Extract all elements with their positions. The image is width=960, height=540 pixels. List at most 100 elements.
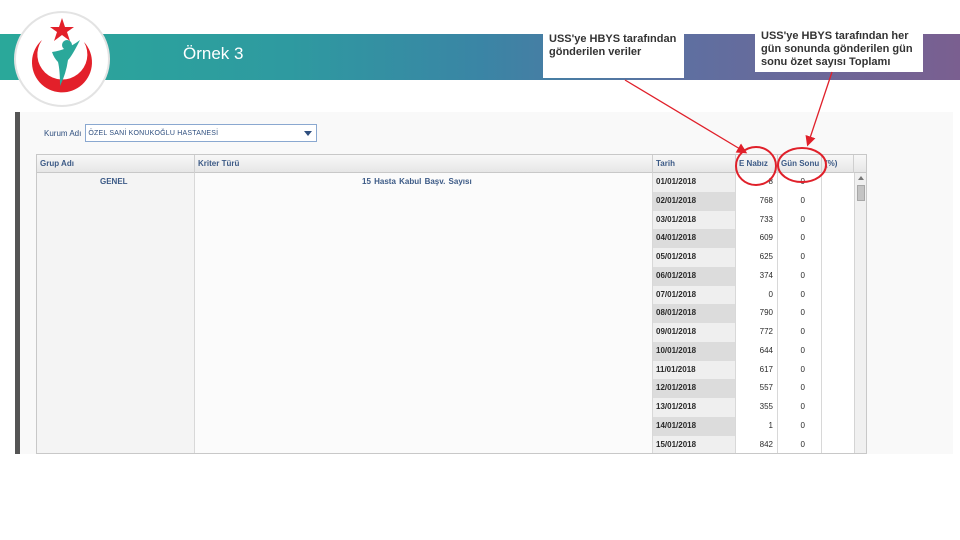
grup-value: GENEL bbox=[100, 177, 128, 186]
cell-tarih: 09/01/2018 bbox=[653, 323, 736, 342]
table-row[interactable]: 13/01/2018 355 0 bbox=[653, 398, 854, 417]
cell-e-nabiz: 355 bbox=[736, 398, 778, 417]
kurum-label: Kurum Adı bbox=[44, 128, 82, 138]
kriter-column: 15 Hasta Kabul Başv. Sayısı bbox=[195, 173, 653, 453]
cell-yuzde bbox=[822, 229, 854, 248]
callout-day-end-summary: USS'ye HBYS tarafından her gün sonunda g… bbox=[755, 26, 923, 72]
cell-tarih: 15/01/2018 bbox=[653, 435, 736, 453]
date-rows: 01/01/2018 8 0 02/01/2018 768 0 03/01/2018 733 0… bbox=[653, 173, 854, 453]
table-row[interactable]: 09/01/2018 772 0 bbox=[653, 323, 854, 342]
header-yuzde[interactable]: (%) bbox=[822, 155, 854, 173]
kriter-value: 15 Hasta Kabul Başv. Sayısı bbox=[362, 177, 472, 186]
ministry-logo-icon bbox=[14, 11, 110, 107]
cell-yuzde bbox=[822, 191, 854, 211]
callout-hbys-sent-data: USS'ye HBYS tarafından gönderilen verile… bbox=[543, 28, 684, 78]
cell-tarih: 03/01/2018 bbox=[653, 210, 736, 230]
table-row[interactable]: 02/01/2018 768 0 bbox=[653, 191, 854, 211]
chevron-down-icon[interactable] bbox=[304, 131, 313, 136]
cell-tarih: 02/01/2018 bbox=[653, 191, 736, 211]
table-row[interactable]: 12/01/2018 557 0 bbox=[653, 379, 854, 398]
report-screenshot: Kurum Adı ÖZEL SANİ KONUKOĞLU HASTANESİ … bbox=[15, 112, 953, 454]
header-kriter-turu[interactable]: Kriter Türü bbox=[195, 155, 653, 173]
cell-e-nabiz: 625 bbox=[736, 248, 778, 267]
table-row[interactable]: 05/01/2018 625 0 bbox=[653, 248, 854, 267]
cell-e-nabiz: 644 bbox=[736, 341, 778, 361]
cell-tarih: 01/01/2018 bbox=[653, 173, 736, 192]
cell-tarih: 08/01/2018 bbox=[653, 304, 736, 323]
cell-tarih: 13/01/2018 bbox=[653, 398, 736, 417]
scroll-up-icon[interactable] bbox=[858, 176, 864, 180]
cell-yuzde bbox=[822, 173, 854, 192]
data-grid: Grup Adı Kriter Türü Tarih E Nabız Gün S… bbox=[36, 154, 867, 454]
kurum-filter-row: Kurum Adı ÖZEL SANİ KONUKOĞLU HASTANESİ bbox=[44, 124, 318, 142]
cell-yuzde bbox=[822, 360, 854, 380]
cell-yuzde bbox=[822, 398, 854, 417]
cell-e-nabiz: 733 bbox=[736, 210, 778, 230]
cell-yuzde bbox=[822, 379, 854, 398]
cell-e-nabiz: 8 bbox=[736, 173, 778, 192]
cell-yuzde bbox=[822, 210, 854, 230]
header-grup-adi[interactable]: Grup Adı bbox=[37, 155, 195, 173]
vertical-scrollbar[interactable] bbox=[854, 173, 866, 453]
cell-e-nabiz: 842 bbox=[736, 435, 778, 453]
grup-column: GENEL bbox=[37, 173, 195, 453]
cell-gun-sonu: 0 bbox=[778, 210, 822, 230]
cell-e-nabiz: 1 bbox=[736, 416, 778, 436]
cell-gun-sonu: 0 bbox=[778, 266, 822, 286]
cell-tarih: 14/01/2018 bbox=[653, 416, 736, 436]
cell-gun-sonu: 0 bbox=[778, 416, 822, 436]
cell-gun-sonu: 0 bbox=[778, 341, 822, 361]
cell-yuzde bbox=[822, 266, 854, 286]
cell-yuzde bbox=[822, 304, 854, 323]
table-row[interactable]: 03/01/2018 733 0 bbox=[653, 210, 854, 230]
table-row[interactable]: 04/01/2018 609 0 bbox=[653, 229, 854, 248]
cell-gun-sonu: 0 bbox=[778, 323, 822, 342]
table-row[interactable]: 11/01/2018 617 0 bbox=[653, 360, 854, 380]
table-row[interactable]: 01/01/2018 8 0 bbox=[653, 173, 854, 192]
cell-gun-sonu: 0 bbox=[778, 360, 822, 380]
cell-gun-sonu: 0 bbox=[778, 398, 822, 417]
cell-tarih: 12/01/2018 bbox=[653, 379, 736, 398]
cell-gun-sonu: 0 bbox=[778, 173, 822, 192]
cell-gun-sonu: 0 bbox=[778, 229, 822, 248]
cell-tarih: 10/01/2018 bbox=[653, 341, 736, 361]
slide-title: Örnek 3 bbox=[183, 44, 244, 63]
cell-yuzde bbox=[822, 285, 854, 305]
table-row[interactable]: 10/01/2018 644 0 bbox=[653, 341, 854, 361]
cell-e-nabiz: 772 bbox=[736, 323, 778, 342]
cell-tarih: 11/01/2018 bbox=[653, 360, 736, 380]
cell-e-nabiz: 609 bbox=[736, 229, 778, 248]
cell-e-nabiz: 790 bbox=[736, 304, 778, 323]
scroll-thumb[interactable] bbox=[857, 185, 865, 201]
table-row[interactable]: 07/01/2018 0 0 bbox=[653, 285, 854, 305]
kurum-select-value: ÖZEL SANİ KONUKOĞLU HASTANESİ bbox=[88, 129, 219, 137]
cell-e-nabiz: 0 bbox=[736, 285, 778, 305]
table-row[interactable]: 06/01/2018 374 0 bbox=[653, 266, 854, 286]
cell-gun-sonu: 0 bbox=[778, 379, 822, 398]
cell-gun-sonu: 0 bbox=[778, 304, 822, 323]
cell-e-nabiz: 617 bbox=[736, 360, 778, 380]
header-tarih[interactable]: Tarih bbox=[653, 155, 736, 173]
cell-tarih: 04/01/2018 bbox=[653, 229, 736, 248]
cell-yuzde bbox=[822, 248, 854, 267]
table-row[interactable]: 14/01/2018 1 0 bbox=[653, 416, 854, 436]
cell-tarih: 06/01/2018 bbox=[653, 266, 736, 286]
table-row[interactable]: 15/01/2018 842 0 bbox=[653, 435, 854, 453]
table-row[interactable]: 08/01/2018 790 0 bbox=[653, 304, 854, 323]
header-gun-sonu[interactable]: Gün Sonu bbox=[778, 155, 822, 173]
kurum-select[interactable]: ÖZEL SANİ KONUKOĞLU HASTANESİ bbox=[85, 124, 318, 142]
cell-gun-sonu: 0 bbox=[778, 248, 822, 267]
cell-gun-sonu: 0 bbox=[778, 435, 822, 453]
grid-header: Grup Adı Kriter Türü Tarih E Nabız Gün S… bbox=[37, 155, 866, 173]
header-e-nabiz[interactable]: E Nabız bbox=[736, 155, 778, 173]
cell-yuzde bbox=[822, 416, 854, 436]
cell-e-nabiz: 374 bbox=[736, 266, 778, 286]
cell-e-nabiz: 768 bbox=[736, 191, 778, 211]
cell-e-nabiz: 557 bbox=[736, 379, 778, 398]
cell-yuzde bbox=[822, 435, 854, 453]
cell-tarih: 07/01/2018 bbox=[653, 285, 736, 305]
cell-gun-sonu: 0 bbox=[778, 285, 822, 305]
cell-gun-sonu: 0 bbox=[778, 191, 822, 211]
cell-tarih: 05/01/2018 bbox=[653, 248, 736, 267]
cell-yuzde bbox=[822, 323, 854, 342]
